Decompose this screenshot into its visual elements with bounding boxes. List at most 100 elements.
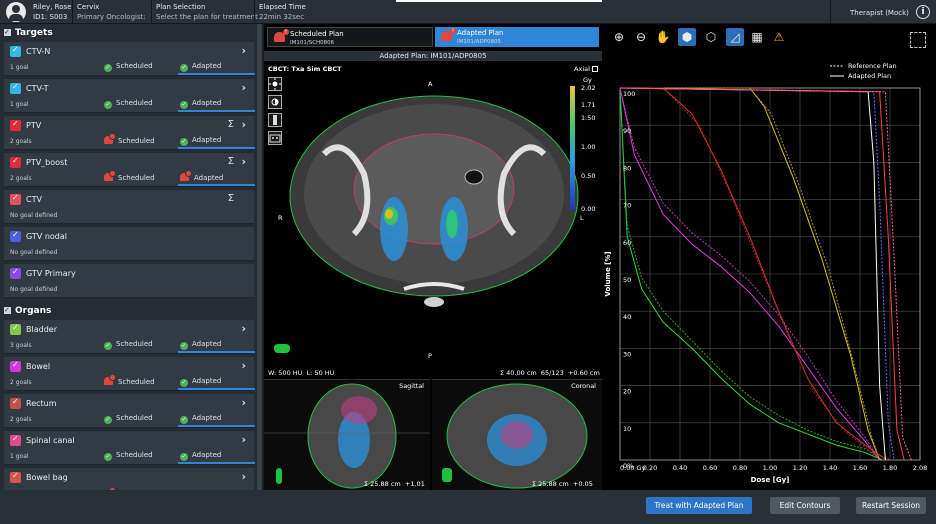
section-checkbox-icon[interactable] [4,303,11,317]
scheduled-status: Scheduled [104,170,155,182]
sum-icon[interactable]: Σ [228,156,234,167]
chevron-right-icon[interactable]: › [241,470,246,483]
elapsed-title: Elapsed Time [259,3,306,11]
info-icon[interactable]: i [916,5,930,19]
structure-checkbox-icon[interactable] [10,82,21,94]
structure-checkbox-icon[interactable] [10,323,21,335]
elapsed-time: 22min 32sec [259,13,305,21]
top-bar: Riley, Rose ID1: S003 Cervix Primary Onc… [0,0,936,24]
sagittal-view[interactable]: Sagittal Σ 25.88 cm +1.01 cm [264,379,430,496]
x-tick-label: 1.00 [763,464,777,472]
chevron-right-icon[interactable]: › [241,155,246,168]
tab-scheduled-plan[interactable]: Scheduled Plan IM101/SCH0806 [267,27,433,47]
dvh-chart-icon[interactable]: ◿ [726,28,744,46]
check-icon: ✓ [104,101,112,109]
dvh-panel: ⊕ ⊖ ✋ ⬢ ⬡ ◿ ▦ ⚠ 0.00 Gy 0.20 0.40 0.60 0.80 1.00 1.20… [602,24,936,490]
chevron-right-icon[interactable]: › [241,81,246,94]
goal-count: 1 goal [10,101,29,108]
check-icon: ✓ [104,453,112,461]
structure-checkbox-icon[interactable] [10,156,21,168]
goal-count: 2 goals [10,416,32,423]
structure-checkbox-icon[interactable] [10,360,21,372]
patient-name: Riley, Rose [33,3,72,11]
structure-card[interactable]: Spinal canal › 1 goal ✓Scheduled ✓Adapted [4,431,255,465]
colorbar-tick: 1.00 [581,143,596,151]
chevron-right-icon[interactable]: › [241,44,246,57]
sum-icon[interactable]: Σ [228,119,234,130]
zoom-out-icon[interactable]: ⊖ [632,28,650,46]
chevron-right-icon[interactable]: › [241,118,246,131]
adapted-status: ✓ Adapted [180,99,222,109]
treat-adapted-button[interactable]: Treat with Adapted Plan [646,497,752,514]
sagittal-label: Sagittal [399,382,424,390]
targets-header[interactable]: Targets [4,25,254,40]
structure-checkbox-icon[interactable] [10,267,21,279]
coronal-view[interactable]: Coronal Σ 25.88 cm +0.05 cm [432,379,602,496]
check-icon: ✓ [180,416,188,424]
tab-adapted-plan[interactable]: Adapted Plan IM101/ADP0805 [435,27,599,47]
structure-card[interactable]: GTV nodal No goal defined [4,227,254,261]
shield-outline-icon[interactable]: ⬡ [702,28,720,46]
structure-card[interactable]: GTV Primary No goal defined [4,264,254,298]
colorbar-unit: Gy [583,76,592,84]
fit-view-icon[interactable] [910,32,926,48]
structure-card[interactable]: CTV Σ No goal defined [4,190,254,224]
sum-icon[interactable]: Σ [228,193,234,204]
adapted-underline [178,73,255,75]
chevron-right-icon[interactable]: › [241,433,246,446]
y-tick-label: 50 [623,276,631,284]
structure-card[interactable]: Bowel › 2 goals Scheduled ✓Adapted [4,357,255,391]
structure-checkbox-icon[interactable] [10,471,21,483]
x-tick-label: 0.60 [703,464,717,472]
structure-checkbox-icon[interactable] [10,230,21,242]
adapted-status: ✓ Adapted [180,414,222,424]
chevron-right-icon[interactable]: › [241,322,246,335]
structure-card[interactable]: CTV-N › 1 goal ✓Scheduled ✓Adapted [4,42,255,76]
structure-checkbox-icon[interactable] [10,193,21,205]
shield-filled-icon[interactable]: ⬢ [678,28,696,46]
structure-checkbox-icon[interactable] [10,119,21,131]
structure-card[interactable]: PTV_boost Σ › 2 goals Scheduled Adapted [4,153,255,187]
check-icon: ✓ [104,416,112,424]
structure-card[interactable]: Bladder › 3 goals ✓Scheduled ✓Adapted [4,320,255,354]
legend-entry: Adapted Plan [848,72,891,80]
image-viewer: Scheduled Plan IM101/SCH0806 Adapted Pla… [264,24,602,496]
dvh-chart[interactable]: 0.00 Gy0.20 0.40 0.60 0.80 1.00 1.20 1.40 1.60 1… [602,52,936,490]
axial-image[interactable] [264,64,602,374]
scheduled-plan-label: Scheduled Plan [290,30,344,38]
structure-scrollbar[interactable] [257,24,262,490]
slice-info: Σ 40.00 cm 65/123 +0.60 cm [500,369,600,377]
organs-header[interactable]: Organs [4,303,254,318]
goal-count: No goal defined [10,286,58,293]
warning-doc-icon[interactable]: ⚠ [770,28,788,46]
chevron-right-icon[interactable]: › [241,359,246,372]
structure-checkbox-icon[interactable] [10,397,21,409]
structure-card[interactable]: PTV Σ › 2 goals Scheduled ✓Adapted [4,116,255,150]
scheduled-status: Scheduled [104,133,155,145]
chevron-right-icon[interactable]: › [241,396,246,409]
section-checkbox-icon[interactable] [4,25,11,39]
pan-hand-icon[interactable]: ✋ [654,28,672,46]
edit-contours-button[interactable]: Edit Contours [770,497,840,514]
structure-card[interactable]: CTV-T › 1 goal ✓Scheduled ✓Adapted [4,79,255,113]
y-tick-label: 30 [623,350,631,358]
orientation-figure-icon [442,468,452,482]
y-tick-label: 10 [623,425,631,433]
check-icon: ✓ [180,342,188,350]
user-role[interactable]: Therapist (Mock) [850,8,909,18]
check-icon: ✓ [180,64,188,72]
zoom-in-icon[interactable]: ⊕ [610,28,628,46]
structure-card[interactable]: Bowel bag › [4,468,254,490]
structure-checkbox-icon[interactable] [10,434,21,446]
scheduled-status: ✓ Scheduled [104,99,153,109]
restart-session-button[interactable]: Restart Session [856,497,926,514]
adapted-status: ✓ Adapted [180,377,222,387]
structure-checkbox-icon[interactable] [10,45,21,57]
structure-name: CTV-N [26,47,51,56]
scheduled-status: ✓ Scheduled [104,451,153,461]
window-grab-bar [396,0,602,2]
film-icon[interactable]: ▦ [748,28,766,46]
goal-count: 2 goals [10,138,32,145]
section-title: Organs [15,306,52,316]
structure-card[interactable]: Rectum › 2 goals ✓Scheduled ✓Adapted [4,394,255,428]
